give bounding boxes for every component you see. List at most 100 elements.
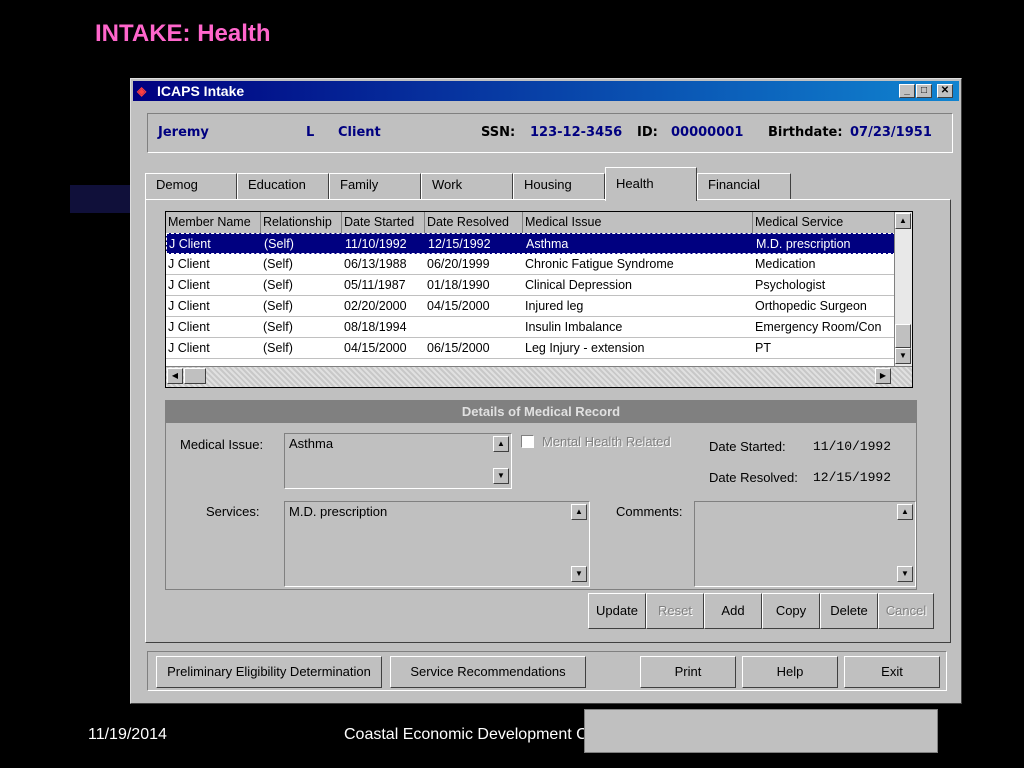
cell-service: Psychologist [755, 278, 826, 292]
delete-button[interactable]: Delete [820, 593, 878, 629]
scroll-down-icon[interactable]: ▼ [897, 566, 913, 582]
ssn-value: 123-12-3456 [530, 125, 623, 140]
scroll-down-icon[interactable]: ▼ [895, 348, 911, 364]
scroll-up-icon[interactable]: ▲ [493, 436, 509, 452]
col-medical-service[interactable]: Medical Service [753, 212, 895, 233]
tab-family[interactable]: Family [329, 173, 421, 199]
maximize-button[interactable]: □ [916, 84, 932, 98]
window-title: ICAPS Intake [157, 83, 245, 99]
services-field[interactable]: M.D. prescription ▲ ▼ [284, 501, 590, 587]
cell-service: Medication [755, 257, 816, 271]
comments-field[interactable]: ▲ ▼ [694, 501, 916, 587]
cell-date-started: 02/20/2000 [344, 299, 407, 313]
service-recommendations-button[interactable]: Service Recommendations [390, 656, 586, 688]
scroll-right-icon[interactable]: ▶ [875, 368, 891, 384]
ssn-label: SSN: [481, 125, 516, 140]
services-value: M.D. prescription [289, 504, 388, 519]
cell-date-started: 08/18/1994 [344, 320, 407, 334]
table-row[interactable]: J Client (Self) 02/20/2000 04/15/2000 In… [166, 296, 896, 317]
mental-health-label: Mental Health Related [542, 434, 671, 449]
grid-horizontal-scrollbar[interactable]: ◀ ▶ [166, 366, 912, 387]
details-panel: Details of Medical Record Medical Issue:… [165, 400, 917, 590]
comments-label: Comments: [616, 504, 683, 519]
date-resolved-value: 12/15/1992 [813, 470, 892, 485]
cell-date-started: 05/11/1987 [344, 278, 406, 292]
table-row[interactable]: J Client (Self) 04/15/2000 06/15/2000 Le… [166, 338, 896, 359]
tab-housing[interactable]: Housing [513, 173, 605, 199]
cell-service: PT [755, 341, 771, 355]
medical-issue-label: Medical Issue: [180, 437, 264, 452]
scroll-down-icon[interactable]: ▼ [493, 468, 509, 484]
tab-education[interactable]: Education [237, 173, 329, 199]
client-last-name: Client [338, 125, 381, 140]
cell-date-resolved [425, 317, 523, 337]
exit-button[interactable]: Exit [844, 656, 940, 688]
client-header: Jeremy L Client SSN: 123-12-3456 ID: 000… [147, 113, 953, 153]
cell-date-resolved: 01/18/1990 [427, 278, 490, 292]
cell-service: M.D. prescription [756, 237, 851, 251]
scroll-down-icon[interactable]: ▼ [571, 566, 587, 582]
help-button[interactable]: Help [742, 656, 838, 688]
birthdate-value: 07/23/1951 [850, 125, 932, 140]
cell-relationship: (Self) [263, 278, 293, 292]
health-tab-panel: Member Name Relationship Date Started Da… [145, 199, 951, 753]
col-date-started[interactable]: Date Started [342, 212, 425, 233]
cell-issue: Clinical Depression [525, 278, 632, 292]
cell-relationship: (Self) [263, 257, 293, 271]
table-row[interactable]: J Client (Self) 08/18/1994 Insulin Imbal… [166, 317, 896, 338]
table-row[interactable]: J Client (Self) 06/13/1988 06/20/1999 Ch… [166, 254, 896, 275]
cell-issue: Leg Injury - extension [525, 341, 645, 355]
minimize-button[interactable]: _ [899, 84, 915, 98]
mental-health-checkbox[interactable] [521, 435, 534, 448]
scroll-thumb[interactable] [895, 324, 911, 348]
date-started-label: Date Started: [709, 439, 786, 454]
tab-health[interactable]: Health [605, 167, 697, 201]
cell-service: Emergency Room/Con [755, 320, 882, 334]
print-button[interactable]: Print [640, 656, 736, 688]
slide-title: INTAKE: Health [95, 20, 271, 47]
tab-work[interactable]: Work [421, 173, 513, 199]
col-member-name[interactable]: Member Name [166, 212, 261, 233]
tab-demog[interactable]: Demog [145, 173, 237, 199]
col-medical-issue[interactable]: Medical Issue [523, 212, 753, 233]
cell-date-resolved: 06/15/2000 [427, 341, 490, 355]
client-middle-initial: L [306, 125, 315, 140]
scroll-up-icon[interactable]: ▲ [571, 504, 587, 520]
copy-button[interactable]: Copy [762, 593, 820, 629]
col-relationship[interactable]: Relationship [261, 212, 342, 233]
cell-date-resolved: 12/15/1992 [428, 237, 491, 251]
bottom-button-bar: Preliminary Eligibility Determination Se… [147, 651, 947, 691]
id-value: 00000001 [671, 125, 744, 140]
icaps-window: ◈ ICAPS Intake _ □ ✕ Jeremy L Client SSN… [130, 78, 962, 753]
hscroll-thumb[interactable] [184, 368, 206, 384]
table-row[interactable]: J Client (Self) 11/10/1992 12/15/1992 As… [166, 233, 896, 254]
birthdate-label: Birthdate: [768, 125, 843, 140]
scroll-left-icon[interactable]: ◀ [167, 368, 183, 384]
col-date-resolved[interactable]: Date Resolved [425, 212, 523, 233]
cancel-button[interactable]: Cancel [878, 593, 934, 629]
eligibility-button[interactable]: Preliminary Eligibility Determination [156, 656, 382, 688]
slide-organization: Coastal Economic Development Corp. [344, 726, 616, 743]
cell-date-started: 04/15/2000 [344, 341, 407, 355]
record-actions [584, 709, 938, 753]
cell-member: J Client [168, 299, 210, 313]
medical-issue-field[interactable]: Asthma ▲ ▼ [284, 433, 512, 489]
tab-financial[interactable]: Financial [697, 173, 791, 199]
cell-issue: Chronic Fatigue Syndrome [525, 257, 674, 271]
icaps-icon: ◈ [137, 84, 147, 98]
add-button[interactable]: Add [704, 593, 762, 629]
grid-header: Member Name Relationship Date Started Da… [166, 212, 912, 234]
scroll-up-icon[interactable]: ▲ [897, 504, 913, 520]
details-heading: Details of Medical Record [166, 401, 916, 423]
cell-relationship: (Self) [264, 237, 294, 251]
scroll-up-icon[interactable]: ▲ [895, 213, 911, 229]
reset-button[interactable]: Reset [646, 593, 704, 629]
close-button[interactable]: ✕ [937, 84, 953, 98]
medical-records-grid[interactable]: Member Name Relationship Date Started Da… [165, 211, 913, 388]
date-started-value: 11/10/1992 [813, 439, 892, 454]
id-label: ID: [637, 125, 658, 140]
update-button[interactable]: Update [588, 593, 646, 629]
window-titlebar[interactable]: ◈ ICAPS Intake _ □ ✕ [133, 81, 959, 101]
table-row[interactable]: J Client (Self) 05/11/1987 01/18/1990 Cl… [166, 275, 896, 296]
grid-vertical-scrollbar[interactable]: ▲ ▼ [894, 212, 912, 370]
